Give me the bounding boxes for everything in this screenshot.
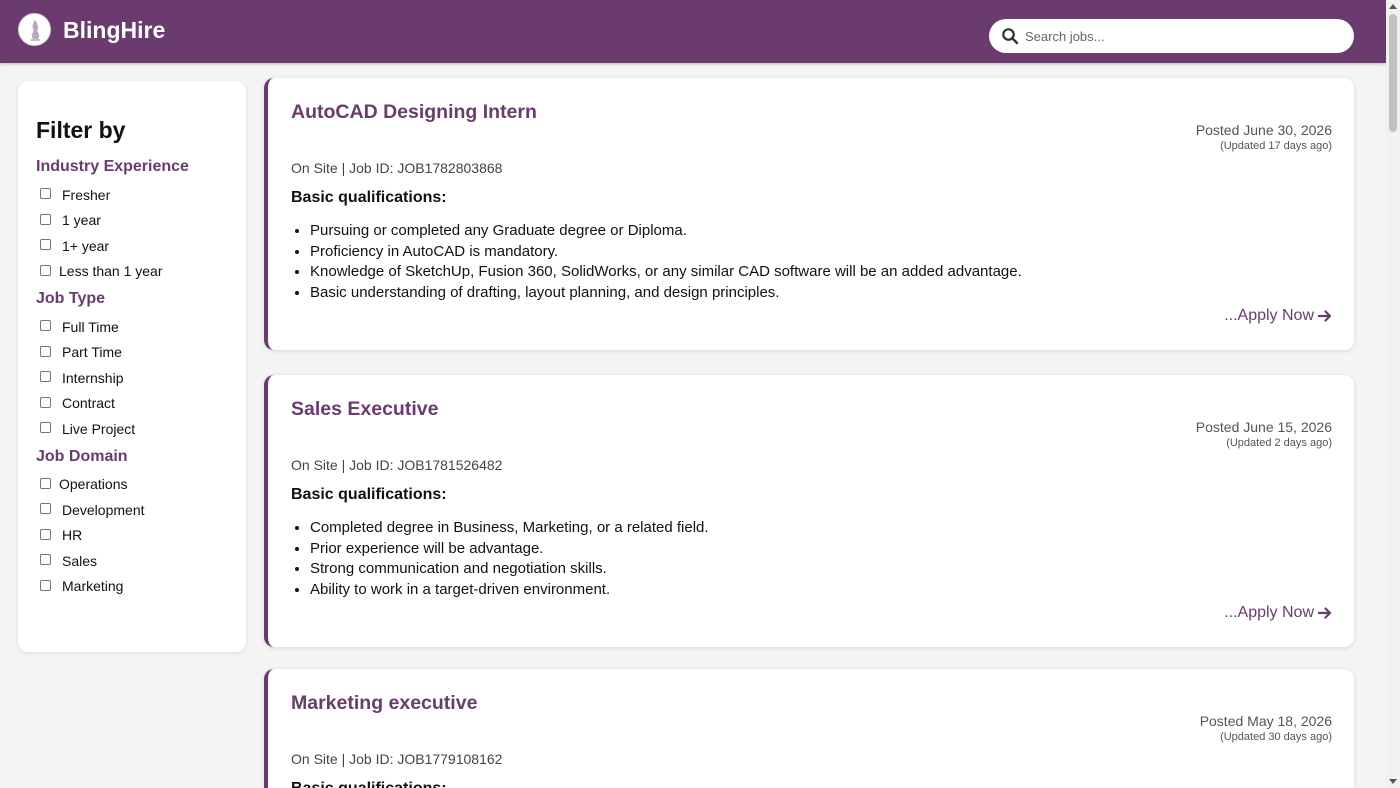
arrow-right-icon xyxy=(1318,607,1332,619)
job-meta: On Site | Job ID: JOB1781526482 xyxy=(291,457,503,473)
qualification-item: Proficiency in AutoCAD is mandatory. xyxy=(310,242,1022,263)
qualifications-heading: Basic qualifications: xyxy=(291,486,447,503)
filter-option-label: Live Project xyxy=(62,420,136,437)
job-meta: On Site | Job ID: JOB1779108162 xyxy=(291,751,503,767)
updated-date: (Updated 30 days ago) xyxy=(1220,731,1332,743)
job-title[interactable]: Sales Executive xyxy=(291,398,438,421)
scroll-up-arrow-icon[interactable] xyxy=(1386,0,1400,14)
search-input[interactable] xyxy=(1025,26,1335,46)
filter-option-internship[interactable]: Internship xyxy=(36,365,246,391)
posted-date: Posted June 15, 2026 xyxy=(1195,419,1332,435)
filter-option-sales[interactable]: Sales xyxy=(36,548,246,574)
top-navbar: BlingHire xyxy=(0,0,1386,63)
filter-option-label: Less than 1 year xyxy=(59,263,163,280)
filter-option-label: Operations xyxy=(59,476,128,493)
search-bar[interactable] xyxy=(989,19,1354,53)
filter-group-title: Industry Experience xyxy=(36,158,189,175)
filter-option-label: 1+ year xyxy=(62,237,110,254)
search-icon[interactable] xyxy=(1001,27,1019,45)
filter-group-industry-experience: Industry Experience Fresher 1 year 1+ ye… xyxy=(36,157,246,284)
filter-option-less-than-1-year[interactable]: Less than 1 year xyxy=(36,259,246,285)
checkbox[interactable] xyxy=(40,396,51,408)
filter-option-label: Fresher xyxy=(62,186,111,203)
filter-option-label: Internship xyxy=(62,369,124,386)
scroll-down-arrow-icon[interactable] xyxy=(1386,774,1400,788)
posted-date: Posted June 30, 2026 xyxy=(1195,122,1332,138)
filter-option-label: Full Time xyxy=(62,318,119,335)
checkbox[interactable] xyxy=(40,503,51,515)
qualification-item: Ability to work in a target-driven envir… xyxy=(310,580,709,601)
filter-option-label: Sales xyxy=(62,552,98,569)
page-scrollbar[interactable] xyxy=(1386,0,1400,788)
checkbox[interactable] xyxy=(40,320,51,332)
checkbox[interactable] xyxy=(40,422,51,434)
checkbox[interactable] xyxy=(40,188,51,200)
qualification-item: Strong communication and negotiation ski… xyxy=(310,559,709,580)
filter-option-label: 1 year xyxy=(62,212,101,229)
filter-option-fresher[interactable]: Fresher xyxy=(36,182,246,208)
apply-now-link[interactable]: ...Apply Now xyxy=(1224,604,1332,622)
checkbox[interactable] xyxy=(40,213,51,225)
checkbox[interactable] xyxy=(40,264,51,276)
updated-date: (Updated 2 days ago) xyxy=(1226,437,1332,449)
checkbox[interactable] xyxy=(40,239,51,251)
job-card[interactable]: AutoCAD Designing Intern Posted June 30,… xyxy=(264,78,1354,350)
filter-option-development[interactable]: Development xyxy=(36,497,246,523)
qualification-item: Prior experience will be advantage. xyxy=(310,539,709,560)
filter-option-operations[interactable]: Operations xyxy=(36,472,246,498)
filter-option-contract[interactable]: Contract xyxy=(36,391,246,417)
filter-group-title: Job Domain xyxy=(36,447,128,465)
qualifications-list: Pursuing or completed any Graduate degre… xyxy=(310,221,1022,303)
scrollbar-thumb[interactable] xyxy=(1389,14,1397,132)
filter-option-label: HR xyxy=(62,527,83,544)
filter-option-1-year[interactable]: 1 year xyxy=(36,208,246,234)
brand-name[interactable]: BlingHire xyxy=(63,17,165,44)
filter-option-label: Development xyxy=(62,501,145,518)
filter-option-label: Contract xyxy=(62,395,115,412)
filter-option-live-project[interactable]: Live Project xyxy=(36,416,246,442)
qualification-item: Completed degree in Business, Marketing,… xyxy=(310,518,709,539)
arrow-right-icon xyxy=(1318,310,1332,322)
checkbox[interactable] xyxy=(40,345,51,357)
qualification-item: Basic understanding of drafting, layout … xyxy=(310,283,1022,304)
filter-option-label: Marketing xyxy=(62,578,124,595)
brand-logo[interactable] xyxy=(18,13,51,46)
filter-option-part-time[interactable]: Part Time xyxy=(36,340,246,366)
filter-group-job-domain: Job Domain Operations Development HR Sal… xyxy=(36,447,246,600)
filter-option-hr[interactable]: HR xyxy=(36,523,246,549)
apply-now-label: ...Apply Now xyxy=(1224,307,1314,324)
job-meta: On Site | Job ID: JOB1782803868 xyxy=(291,160,503,176)
qualifications-list: Completed degree in Business, Marketing,… xyxy=(310,518,709,600)
qualification-item: Knowledge of SketchUp, Fusion 360, Solid… xyxy=(310,262,1022,283)
filter-group-title: Job Type xyxy=(36,290,106,307)
filter-sidebar: Filter by Industry Experience Fresher 1 … xyxy=(18,81,246,652)
job-title[interactable]: Marketing executive xyxy=(291,692,477,715)
filter-option-marketing[interactable]: Marketing xyxy=(36,574,246,600)
qualifications-heading: Basic qualifications: xyxy=(291,780,447,788)
updated-date: (Updated 17 days ago) xyxy=(1220,140,1332,152)
qualifications-heading: Basic qualifications: xyxy=(291,189,447,206)
filter-option-label: Part Time xyxy=(62,344,122,361)
filter-title: Filter by xyxy=(36,117,126,143)
posted-date: Posted May 18, 2026 xyxy=(1199,713,1332,729)
filter-option-full-time[interactable]: Full Time xyxy=(36,314,246,340)
filter-group-job-type: Job Type Full Time Part Time Internship … xyxy=(36,289,246,442)
checkbox[interactable] xyxy=(40,579,51,591)
job-card[interactable]: Marketing executive Posted May 18, 2026 … xyxy=(264,669,1354,788)
checkbox[interactable] xyxy=(40,554,51,566)
apply-now-label: ...Apply Now xyxy=(1224,604,1314,621)
apply-now-link[interactable]: ...Apply Now xyxy=(1224,307,1332,325)
qualification-item: Pursuing or completed any Graduate degre… xyxy=(310,221,1022,242)
checkbox[interactable] xyxy=(40,477,51,489)
job-card[interactable]: Sales Executive Posted June 15, 2026 (Up… xyxy=(264,375,1354,647)
filter-option-1-plus-year[interactable]: 1+ year xyxy=(36,233,246,259)
checkbox[interactable] xyxy=(40,528,51,540)
checkbox[interactable] xyxy=(40,371,51,383)
job-title[interactable]: AutoCAD Designing Intern xyxy=(291,101,537,124)
